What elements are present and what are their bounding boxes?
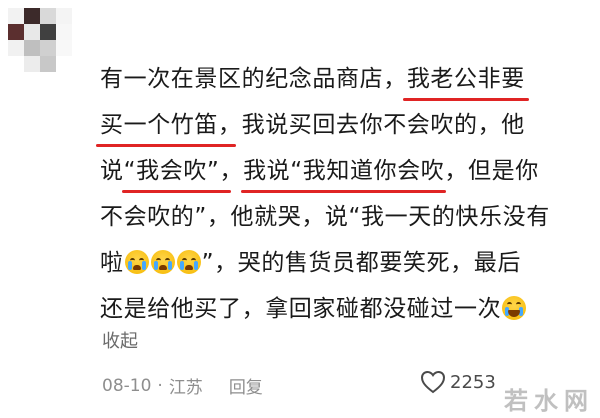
- comment-meta: 08-10 · 江苏 回复: [102, 373, 263, 399]
- text-segment: 我老公非要: [406, 66, 525, 92]
- text-segment: 有一次在景区的纪念品商店，: [100, 66, 407, 92]
- comment-line-6: 还是给他买了，拿回家碰都没碰过一次: [100, 286, 590, 332]
- text-segment: ，我说买回去你不会吹的，他: [218, 112, 525, 138]
- reply-button[interactable]: 回复: [229, 373, 263, 398]
- separator-dot: ·: [157, 375, 163, 396]
- underlined-text: 买一个竹笛: [96, 112, 236, 147]
- comment-line-4: 不会吹的”，他就哭，说“我一天的快乐没有: [100, 194, 590, 240]
- comment-line-1: 有一次在景区的纪念品商店，我老公非要: [100, 56, 590, 102]
- like-button[interactable]: 2253: [420, 370, 496, 394]
- underlined-text: “我会吹”: [121, 158, 232, 193]
- loudly-crying-face-icon: [176, 250, 201, 274]
- loudly-crying-face-icon: [150, 250, 175, 274]
- loudly-crying-face-icon: [124, 250, 149, 274]
- comment-line-5: 啦 ”，哭的售货员都要笑死，最后: [100, 240, 590, 286]
- heart-outline-icon: [420, 370, 446, 394]
- text-segment: ”，哭的售货员都要笑死，最后: [201, 250, 521, 276]
- text-segment: 我说“我知道你会吹: [243, 158, 445, 184]
- red-underline: [96, 144, 236, 147]
- comment-location: 江苏: [168, 378, 203, 398]
- text-segment: ，: [219, 158, 244, 184]
- watermark: 若水网: [504, 387, 594, 415]
- comment-line-3: 说“我会吹” ，我说“我知道你会吹 ，但是你: [100, 148, 590, 194]
- text-segment: ，但是你: [444, 158, 539, 184]
- comment-text: 有一次在景区的纪念品商店，我老公非要 买一个竹笛 ，我说买回去你不会吹的，他 说“…: [96, 56, 590, 332]
- avatar[interactable]: [8, 8, 72, 72]
- comment-date: 08-10: [102, 375, 152, 396]
- text-segment: 不会吹的”，他就哭，说“我一天的快乐没有: [100, 204, 550, 230]
- underlined-text: 我说“我知道你会吹: [241, 158, 447, 193]
- text-segment: 还是给他买了，拿回家碰都没碰过一次: [100, 296, 502, 322]
- red-underline: [241, 190, 447, 193]
- collapse-link[interactable]: 收起: [102, 327, 138, 353]
- red-underline: [402, 98, 529, 101]
- rolling-laughing-face-icon: [502, 296, 527, 320]
- comment-line-2: 买一个竹笛 ，我说买回去你不会吹的，他: [96, 102, 590, 148]
- red-underline: [121, 190, 232, 193]
- text-segment: 买一个竹笛: [100, 112, 218, 138]
- like-count: 2253: [450, 371, 496, 393]
- text-segment: 说: [100, 158, 124, 184]
- text-segment: “我会吹”: [123, 158, 220, 184]
- underlined-text: 我老公非要: [402, 66, 529, 101]
- text-segment: 啦: [100, 250, 124, 276]
